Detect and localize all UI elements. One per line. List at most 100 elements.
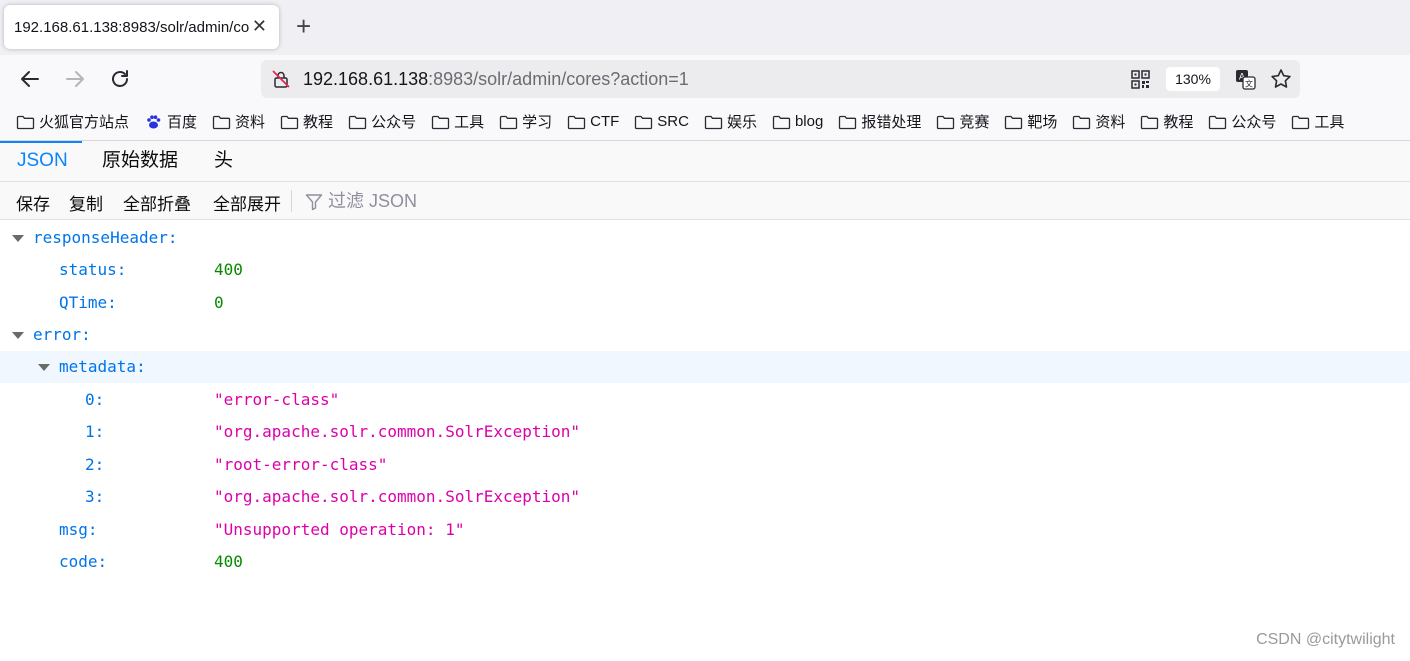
tab-headers[interactable]: 头 [214,147,233,181]
bookmark-label: 工具 [454,114,485,131]
json-value-string: "org.apache.solr.common.SolrException" [214,487,581,506]
folder-icon [772,115,791,129]
folder-icon [212,115,231,129]
bookmark-item[interactable]: 竞赛 [936,111,989,132]
copy-button[interactable]: 复制 [69,190,103,215]
browser-tab[interactable]: 192.168.61.138:8983/solr/admin/cores?act… [4,5,279,49]
save-button[interactable]: 保存 [16,190,50,215]
url-bar[interactable]: 192.168.61.138:8983/solr/admin/cores?act… [261,60,1300,98]
translate-icon[interactable]: A 文 [1235,69,1256,90]
expanded-arrow-icon[interactable] [11,222,25,254]
tree-row-metadata-1[interactable]: 1: "org.apache.solr.common.SolrException… [0,416,1410,448]
json-key: QTime: [59,293,117,312]
bookmark-item[interactable]: 资料 [212,111,265,132]
tab-raw-data[interactable]: 原始数据 [102,147,178,181]
bookmark-label: 学习 [522,114,553,131]
folder-icon [839,115,857,129]
folder-icon [499,115,518,129]
url-text[interactable]: 192.168.61.138:8983/solr/admin/cores?act… [303,69,689,90]
bookmark-item[interactable]: SRC [634,113,689,130]
bookmark-item[interactable]: 教程 [1140,111,1193,132]
bookmark-item[interactable]: 工具 [1291,111,1344,132]
json-key: responseHeader: [33,228,178,247]
collapse-all-button[interactable]: 全部折叠 [123,190,191,215]
json-key: error: [33,325,91,344]
bookmark-label: blog [794,113,824,130]
json-key: code: [59,552,108,571]
bookmark-item[interactable]: 报错处理 [838,111,921,132]
json-key: status: [59,260,127,279]
bookmark-star-icon[interactable] [1270,68,1292,90]
csdn-watermark: CSDN @citytwilight [1256,631,1395,648]
bookmark-item[interactable]: 公众号 [1208,111,1276,132]
bookmark-label: 火狐官方站点 [39,114,130,131]
tree-row-metadata-2[interactable]: 2: "root-error-class" [0,449,1410,481]
filter-json-input[interactable] [328,188,628,214]
folder-icon [16,115,35,129]
url-path: :8983/solr/admin/cores?action=1 [428,69,689,89]
folder-icon [1005,115,1023,129]
tab-title: 192.168.61.138:8983/solr/admin/cores?act… [14,18,250,36]
bookmark-item[interactable]: 教程 [280,111,333,132]
zoom-level-button[interactable]: 130% [1166,67,1220,91]
folder-icon [704,115,723,129]
json-value-string: "org.apache.solr.common.SolrException" [214,422,581,441]
expanded-arrow-icon[interactable] [11,319,25,351]
bookmark-label: 资料 [235,114,266,131]
bookmark-label: 教程 [1163,114,1194,131]
close-tab-icon[interactable]: ✕ [252,16,267,37]
json-key: 1: [85,422,105,441]
tree-row-msg[interactable]: msg: "Unsupported operation: 1" [0,514,1410,546]
bookmark-item[interactable]: blog [772,113,823,130]
bookmark-label: 百度 [167,114,198,131]
tree-row-metadata[interactable]: metadata: [0,351,1410,383]
qr-code-icon[interactable] [1131,70,1150,89]
bookmark-item[interactable]: 资料 [1072,111,1125,132]
tree-row-code[interactable]: code: 400 [0,546,1410,578]
json-value-number: 0 [214,293,224,312]
bookmark-item[interactable]: CTF [567,113,619,130]
bookmarks-toolbar: 火狐官方站点 百度 资料 教程 公众号 工具 学习 CTF SRC 娱乐 blog 报错处理 竞赛 靶场 资… [0,103,1410,141]
expanded-arrow-icon[interactable] [37,351,51,383]
bookmark-item[interactable]: 工具 [431,111,484,132]
bookmark-item[interactable]: 火狐官方站点 [16,111,129,132]
reload-icon[interactable] [108,67,132,91]
bookmark-label: 资料 [1095,114,1126,131]
tree-row-qtime[interactable]: QTime: 0 [0,287,1410,319]
json-value-string: "Unsupported operation: 1" [214,520,465,539]
json-key: 2: [85,455,105,474]
bookmark-item[interactable]: 公众号 [348,111,416,132]
folder-icon [1209,115,1227,129]
folder-icon [348,115,367,129]
json-toolbar: 保存 复制 全部折叠 全部展开 [0,182,1410,220]
folder-icon [431,115,450,129]
tab-json[interactable]: JSON [17,147,68,181]
toolbar-divider [291,190,292,212]
folder-icon [280,115,299,129]
bookmark-label: 靶场 [1027,114,1058,131]
svg-text:文: 文 [1245,79,1253,89]
bookmark-label: 竞赛 [959,114,990,131]
tab-strip: 192.168.61.138:8983/solr/admin/cores?act… [0,0,1410,55]
tree-row-metadata-0[interactable]: 0: "error-class" [0,384,1410,416]
tree-row-error[interactable]: error: [0,319,1410,351]
bookmark-label: 公众号 [1231,114,1277,131]
folder-icon [937,115,955,129]
filter-icon [305,194,323,211]
bookmark-item[interactable]: 百度 [144,111,197,132]
back-icon[interactable] [18,67,42,91]
bookmark-item[interactable]: 娱乐 [704,111,757,132]
json-value-string: "root-error-class" [214,455,388,474]
bookmark-item[interactable]: 靶场 [1004,111,1057,132]
bookmark-item[interactable]: 学习 [499,111,552,132]
tree-row-responseheader[interactable]: responseHeader: [0,222,1410,254]
json-viewer-tabs: JSON 原始数据 头 [0,141,1410,182]
json-key: msg: [59,520,98,539]
new-tab-icon[interactable]: + [296,12,311,40]
expand-all-button[interactable]: 全部展开 [213,190,281,215]
forward-icon[interactable] [63,67,87,91]
url-host: 192.168.61.138 [303,69,429,89]
tree-row-status[interactable]: status: 400 [0,254,1410,286]
insecure-lock-icon[interactable] [272,70,290,88]
tree-row-metadata-3[interactable]: 3: "org.apache.solr.common.SolrException… [0,481,1410,513]
